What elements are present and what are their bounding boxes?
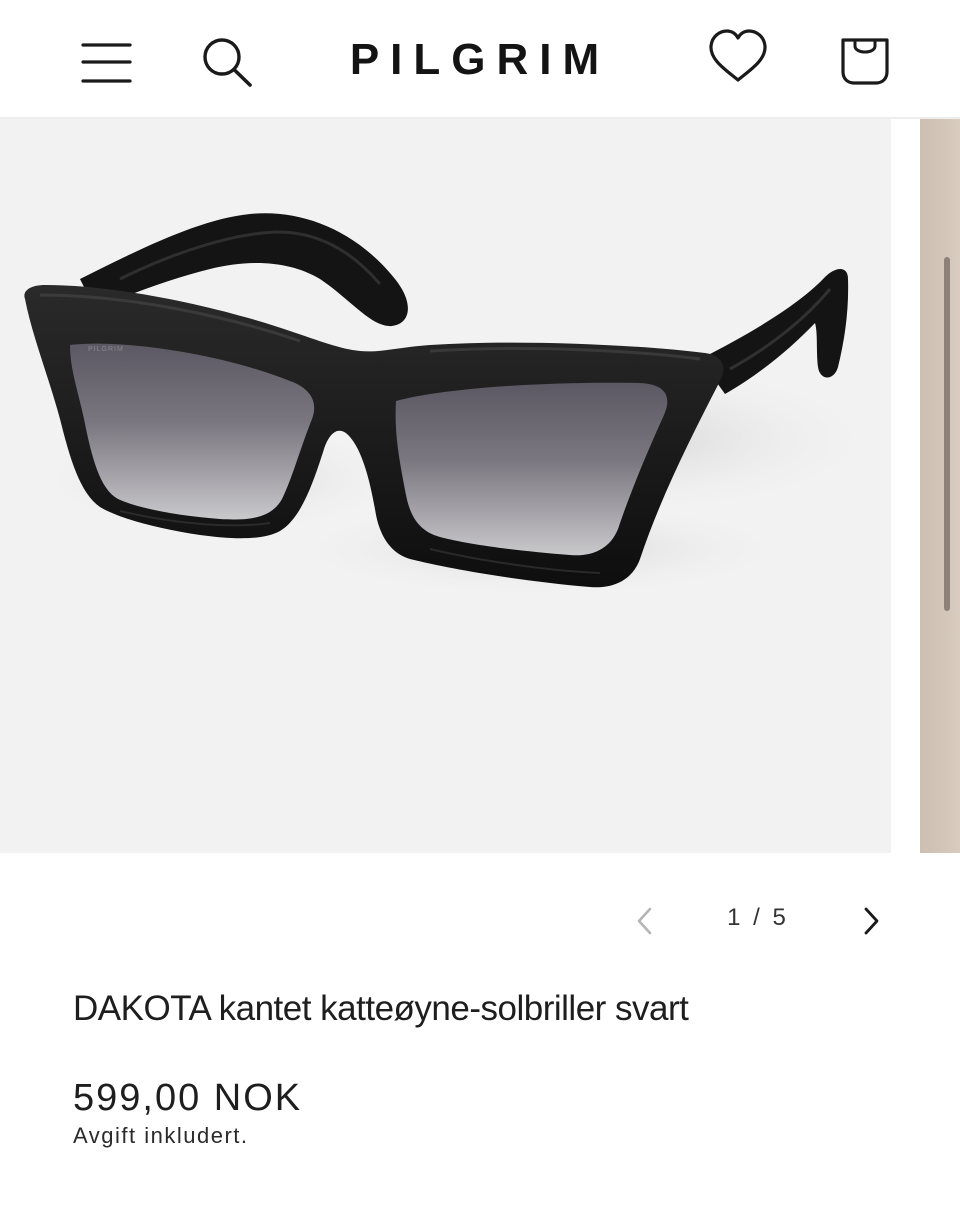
chevron-right-icon[interactable]: [854, 900, 888, 942]
sunglasses-image: PILGRIM: [24, 213, 890, 599]
gallery-pagination: 1 / 5: [0, 880, 960, 960]
product-title: DAKOTA kantet katteøyne-solbriller svart: [73, 989, 689, 1028]
product-image-gallery[interactable]: PILGRIM: [0, 119, 960, 853]
product-page: PILGRIM PILGRIM 1 / 5 DAKOTA kantet katt…: [0, 0, 960, 1216]
next-slide-preview[interactable]: [920, 119, 960, 853]
chevron-left-icon[interactable]: [628, 900, 662, 942]
tax-note: Avgift inkludert.: [73, 1123, 249, 1148]
menu-icon[interactable]: [80, 36, 134, 88]
product-price: 599,00 NOK: [73, 1077, 303, 1119]
gallery-counter: 1 / 5: [727, 904, 789, 931]
product-image[interactable]: PILGRIM: [0, 119, 891, 853]
brand-logo[interactable]: PILGRIM: [300, 30, 660, 90]
gallery-scrollbar[interactable]: [944, 257, 950, 611]
lens-brand-imprint: PILGRIM: [88, 346, 124, 353]
heart-icon[interactable]: [706, 28, 770, 88]
shopping-bag-icon[interactable]: [836, 32, 894, 90]
search-icon[interactable]: [198, 34, 256, 92]
site-header: PILGRIM: [0, 0, 960, 119]
